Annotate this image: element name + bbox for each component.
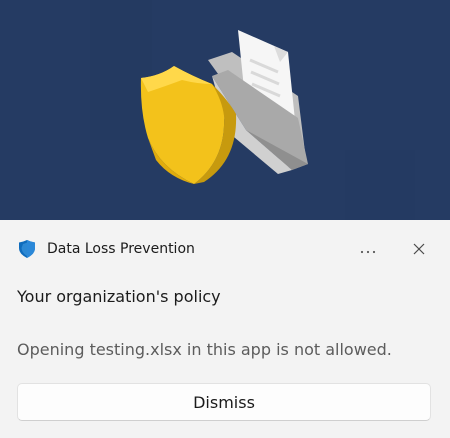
notification-title: Your organization's policy [17, 287, 221, 306]
notification-message: Opening testing.xlsx in this app is not … [17, 340, 392, 359]
more-horizontal-icon [360, 240, 376, 259]
notification-header: Data Loss Prevention [0, 220, 450, 278]
close-button[interactable] [403, 234, 435, 264]
more-options-button[interactable] [352, 234, 384, 264]
dismiss-button[interactable]: Dismiss [17, 383, 431, 421]
dlp-notification-toast: Data Loss Prevention Your organization's… [0, 0, 450, 438]
app-name: Data Loss Prevention [47, 241, 195, 257]
hero-banner [0, 0, 450, 220]
shield-folder-illustration [0, 0, 450, 220]
shield-icon [17, 239, 37, 259]
close-icon [413, 240, 425, 259]
